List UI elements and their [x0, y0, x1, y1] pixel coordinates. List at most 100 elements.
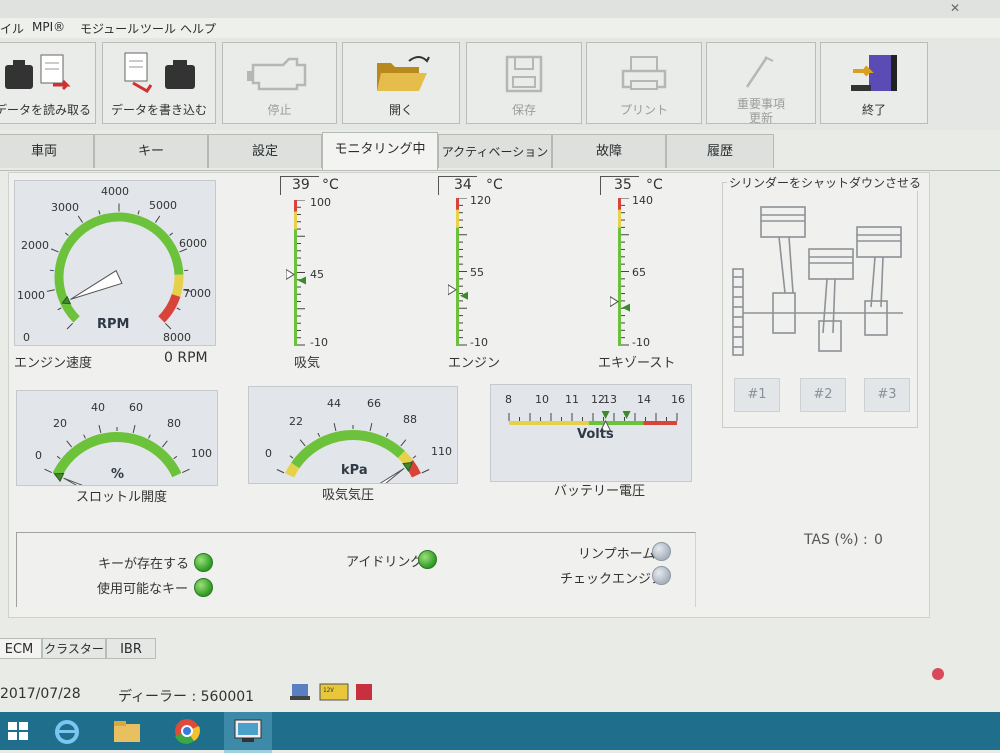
temp-marker — [298, 276, 306, 284]
engine-icon — [223, 51, 338, 95]
menu-mpi[interactable]: MPI® — [32, 20, 65, 34]
cylinder-3-button[interactable]: #3 — [864, 378, 910, 412]
throttle-tick-20: 20 — [53, 417, 67, 430]
throttle-value-marker — [54, 473, 63, 481]
battery-unit: Volts — [577, 427, 614, 442]
print-button[interactable]: プリント — [586, 42, 702, 124]
exit-button[interactable]: 終了 — [820, 42, 928, 124]
rpm-tick-mark-15 — [177, 308, 181, 310]
throttle-tick-60: 60 — [129, 401, 143, 414]
rpm-unit: RPM — [97, 317, 129, 332]
temp-exhaust-bar — [610, 198, 634, 346]
cylinder-1-button[interactable]: #1 — [734, 378, 780, 412]
temp-exhaust-mid: 65 — [632, 266, 646, 279]
active-app-taskbar-item[interactable] — [224, 712, 272, 753]
temp-intake-label: 吸気 — [294, 352, 320, 371]
update-label-1: 重要事項 — [707, 97, 815, 111]
menu-tools[interactable]: ツール — [140, 20, 176, 37]
exit-label: 終了 — [821, 103, 927, 117]
save-disk-icon — [467, 51, 583, 95]
map-tick-110: 110 — [431, 445, 452, 458]
menu-help[interactable]: ヘルプ — [180, 20, 216, 37]
folder-open-icon — [343, 51, 461, 95]
tab-key[interactable]: キー — [94, 134, 208, 168]
temp-engine-value: 34 — [454, 177, 472, 193]
temp-intake-unit: °C — [322, 177, 339, 193]
battery-gauge: 8 10 11 12 13 14 16 Volts — [490, 384, 692, 482]
temp-exhaust-value: 35 — [614, 177, 632, 193]
throttle-tick-40: 40 — [91, 401, 105, 414]
crankshaft-diagram — [723, 197, 917, 387]
module-tab-cluster[interactable]: クラスター — [42, 638, 106, 659]
map-tick-66: 66 — [367, 397, 381, 410]
read-data-button[interactable]: データを読み取る — [0, 42, 96, 124]
map-band-2 — [401, 454, 409, 463]
tas-label: TAS (%) : — [804, 532, 868, 548]
cylinder-2-button[interactable]: #2 — [800, 378, 846, 412]
open-button[interactable]: 開く — [342, 42, 460, 124]
temp-exhaust-max: 140 — [632, 194, 653, 207]
temp-bar-yellow — [618, 210, 621, 228]
throttle-tick-mark-9 — [174, 456, 177, 458]
check-engine-indicator — [652, 566, 671, 585]
windows-start-icon[interactable] — [2, 716, 36, 746]
stop-label: 停止 — [223, 103, 336, 117]
update-button[interactable]: 重要事項 更新 — [706, 42, 816, 124]
temp-engine-unit: °C — [486, 177, 503, 193]
module-tab-ecm[interactable]: ECM — [0, 638, 42, 659]
taskbar — [0, 712, 1000, 750]
temp-exhaust-unit: °C — [646, 177, 663, 193]
map-tick-88: 88 — [403, 413, 417, 426]
tab-monitoring[interactable]: モニタリング中 — [322, 132, 438, 170]
write-data-button[interactable]: データを書き込む — [102, 42, 216, 124]
battery-band-0 — [509, 421, 589, 425]
throttle-gauge: 0 20 40 60 80 100 % — [16, 390, 218, 486]
battery-marker-high — [623, 411, 631, 419]
read-data-label: データを読み取る — [0, 103, 95, 117]
temp-needle — [448, 285, 456, 295]
rpm-tick-mark-10 — [155, 216, 159, 223]
map-tick-mark-9 — [413, 456, 416, 458]
file-explorer-icon[interactable] — [110, 716, 144, 746]
internet-explorer-icon[interactable] — [50, 716, 84, 746]
rpm-tick-8000: 8000 — [163, 331, 191, 344]
status-date: 2017/07/28 — [0, 686, 81, 702]
rpm-tick-mark-4 — [51, 249, 58, 252]
temp-bar-red — [618, 198, 621, 210]
chrome-icon[interactable] — [170, 716, 204, 746]
rpm-tick-3000: 3000 — [51, 201, 79, 214]
battery-band-1 — [589, 421, 644, 425]
module-tab-ibr[interactable]: IBR — [106, 638, 156, 659]
temp-intake-value: 39 — [292, 177, 310, 193]
save-button[interactable]: 保存 — [466, 42, 582, 124]
window-controls[interactable]: ✕ — [950, 1, 960, 15]
rpm-tick-mark-1 — [58, 308, 62, 310]
tab-faults[interactable]: 故障 — [552, 134, 666, 168]
rpm-tick-mark-0 — [67, 323, 73, 329]
temp-needle — [610, 297, 618, 307]
tab-activation[interactable]: アクティベーション — [438, 134, 552, 168]
exit-door-icon — [821, 51, 929, 95]
read-data-icon — [0, 51, 97, 95]
throttle-tick-mark-0 — [44, 469, 51, 472]
stop-button[interactable]: 停止 — [222, 42, 337, 124]
map-tick-mark-7 — [386, 433, 388, 437]
temp-bar-green — [294, 229, 297, 346]
battery-tick-16: 16 — [671, 393, 685, 406]
menu-file[interactable]: イル — [0, 20, 24, 37]
rpm-tick-mark-7 — [99, 210, 100, 214]
temp-engine-min: -10 — [470, 336, 488, 349]
temp-engine-bar — [448, 198, 472, 346]
tab-bar: 車両 キー 設定 モニタリング中 アクティベーション 故障 履歴 — [0, 132, 1000, 171]
title-bar: ✕ — [0, 0, 1000, 18]
tab-vehicle[interactable]: 車両 — [0, 134, 94, 168]
write-data-label: データを書き込む — [103, 103, 215, 117]
menu-module[interactable]: モジュール — [80, 20, 139, 37]
throttle-tick-mark-1 — [57, 456, 60, 458]
tab-settings[interactable]: 設定 — [208, 134, 322, 168]
battery-tick-11: 11 — [565, 393, 579, 406]
idling-indicator — [418, 550, 437, 569]
map-tick-mark-1 — [290, 456, 293, 458]
map-tick-mark-6 — [370, 423, 372, 431]
tab-history[interactable]: 履歴 — [666, 134, 774, 168]
